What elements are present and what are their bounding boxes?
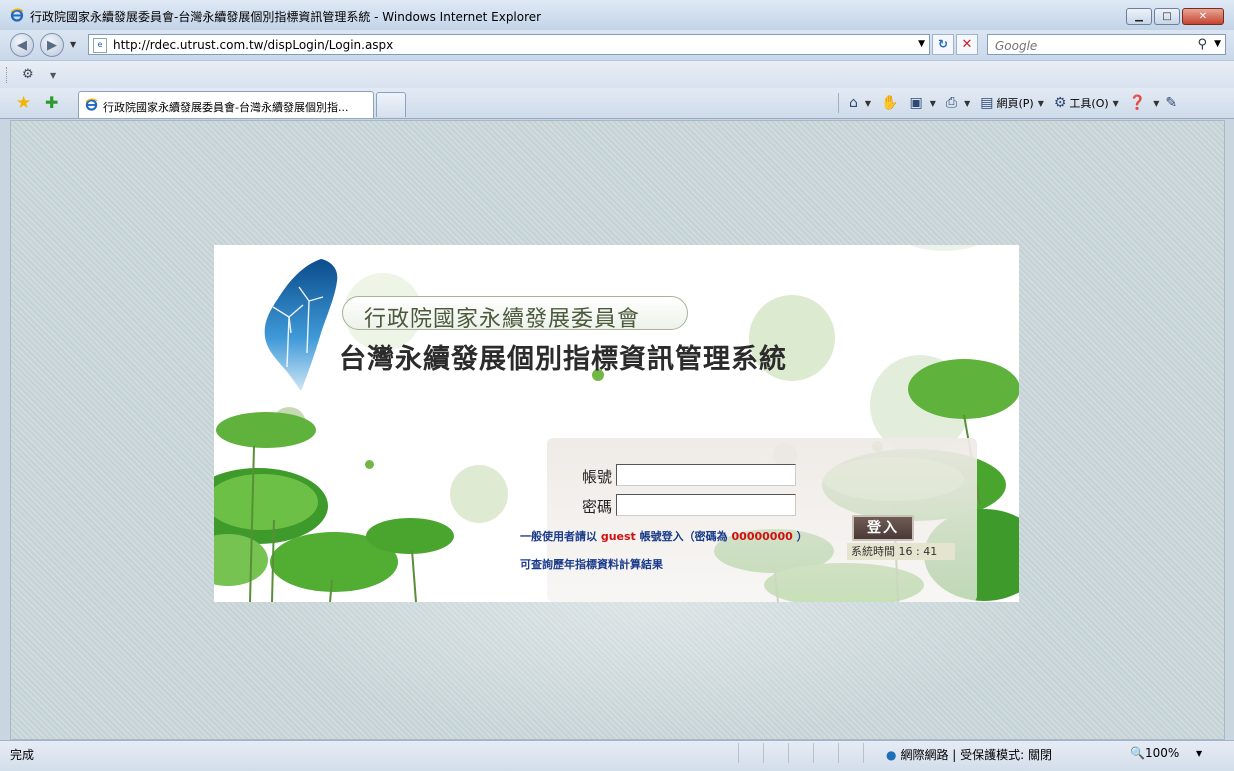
refresh-button[interactable]: ↻ <box>932 34 954 55</box>
password-input[interactable] <box>616 494 796 516</box>
status-cell <box>863 743 888 763</box>
forward-button[interactable]: ▶ <box>40 33 64 57</box>
feeds-icon[interactable]: ▣ <box>909 95 922 111</box>
clock-label: 系統時間 <box>851 545 895 558</box>
status-bar: 完成 ● 網際網路 | 受保護模式: 關閉 🔍100% ▼ <box>0 740 1234 771</box>
tab-label: 行政院國家永續發展委員會-台灣永續發展個別指... <box>103 101 349 114</box>
command-bar-separator <box>838 93 839 113</box>
taiwan-logo-icon <box>264 259 338 391</box>
hint-guest-account: guest <box>600 530 636 543</box>
hand-icon[interactable]: ✋ <box>881 95 898 111</box>
search-field[interactable]: ⚲ ▼ <box>987 34 1226 55</box>
password-label: 密碼 <box>582 498 613 516</box>
login-button[interactable]: 登入 <box>852 515 914 541</box>
hint-suffix: ） <box>796 530 808 543</box>
zoom-level[interactable]: 🔍100% <box>1130 746 1179 760</box>
extra-toolbar: ⚙ ▼ <box>0 60 1234 89</box>
minimize-button[interactable]: ▁ <box>1126 8 1152 25</box>
status-cell <box>838 743 863 763</box>
home-dropdown-icon[interactable]: ▼ <box>865 99 871 108</box>
address-toolbar: ◀ ▶ ▼ e http://rdec.utrust.com.tw/dispLo… <box>0 30 1234 60</box>
ie-page-icon <box>85 98 98 111</box>
stop-icon: ✕ <box>961 37 973 52</box>
toolbar-dropdown-icon[interactable]: ▼ <box>50 71 56 80</box>
zoom-dropdown-icon[interactable]: ▼ <box>1196 749 1202 758</box>
arrow-right-icon: ▶ <box>47 37 57 53</box>
system-title: 台灣永續發展個別指標資訊管理系統 <box>339 344 787 375</box>
search-options-dropdown[interactable]: ▼ <box>1214 39 1221 49</box>
status-cell <box>813 743 838 763</box>
page-menu-button[interactable]: 網頁(P) <box>996 95 1033 111</box>
status-cells <box>738 743 888 763</box>
background-light-rays <box>251 601 1051 739</box>
decor-circle <box>894 245 994 251</box>
login-panel: 行政院國家永續發展委員會 台灣永續發展個別指標資訊管理系統 帳號 密碼 登入 系… <box>214 245 1019 602</box>
add-favorite-icon[interactable]: ✚ <box>45 93 58 112</box>
tab-row: ★ ✚ 行政院國家永續發展委員會-台灣永續發展個別指... ⌂ ▼ ✋ ▣ ▼ ⎙ ▼… <box>0 88 1234 119</box>
search-icon[interactable]: ⚲ <box>1197 37 1207 52</box>
browser-viewport: 行政院國家永續發展委員會 台灣永續發展個別指標資訊管理系統 帳號 密碼 登入 系… <box>10 120 1225 740</box>
address-field[interactable]: e http://rdec.utrust.com.tw/dispLogin/Lo… <box>88 34 930 55</box>
hint-guest-password: 00000000 <box>731 530 793 543</box>
window-titlebar: 行政院國家永續發展委員會-台灣永續發展個別指標資訊管理系統 - Windows … <box>0 0 1234 31</box>
feeds-dropdown-icon[interactable]: ▼ <box>930 99 936 108</box>
research-icon[interactable]: ✎ <box>1165 95 1177 111</box>
zoom-value: 100% <box>1144 746 1180 760</box>
page-menu-dropdown-icon[interactable]: ▼ <box>1038 99 1044 108</box>
page-menu-icon[interactable]: ▤ <box>980 95 993 111</box>
address-dropdown-icon[interactable]: ▼ <box>918 39 925 49</box>
page-icon: e <box>93 38 107 53</box>
account-input[interactable] <box>616 464 796 486</box>
toolbar-tool-icon[interactable]: ⚙ <box>22 67 34 82</box>
favorites-star-icon[interactable]: ★ <box>16 93 31 113</box>
clock-time: 16 : 41 <box>898 545 938 558</box>
account-label: 帳號 <box>582 468 613 486</box>
print-dropdown-icon[interactable]: ▼ <box>964 99 970 108</box>
back-button[interactable]: ◀ <box>10 33 34 57</box>
zoom-magnifier-icon: 🔍 <box>1130 746 1145 760</box>
stop-button[interactable]: ✕ <box>956 34 978 55</box>
refresh-icon: ↻ <box>937 37 949 51</box>
lotus-leaves-left-icon <box>214 412 454 602</box>
security-zone[interactable]: ● 網際網路 | 受保護模式: 關閉 <box>886 746 1052 763</box>
history-results-link[interactable]: 可查詢歷年指標資料計算結果 <box>520 556 663 572</box>
address-url[interactable]: http://rdec.utrust.com.tw/dispLogin/Logi… <box>113 38 393 52</box>
print-icon[interactable]: ⎙ <box>946 95 957 111</box>
system-clock: 系統時間 16 : 41 <box>847 543 955 560</box>
globe-icon: ● <box>886 748 897 762</box>
tools-menu-dropdown-icon[interactable]: ▼ <box>1113 99 1119 108</box>
recent-pages-dropdown[interactable]: ▼ <box>70 40 76 49</box>
minimize-icon: ▁ <box>1135 11 1143 22</box>
guest-login-hint: 一般使用者請以 guest 帳號登入（密碼為 00000000 ） <box>520 528 808 544</box>
help-dropdown-icon[interactable]: ▼ <box>1153 99 1159 108</box>
search-input[interactable] <box>993 37 1187 54</box>
help-icon[interactable]: ❓ <box>1129 95 1146 111</box>
org-name: 行政院國家永續發展委員會 <box>364 307 641 332</box>
window-title: 行政院國家永續發展委員會-台灣永續發展個別指標資訊管理系統 - Windows … <box>30 10 542 24</box>
maximize-button[interactable]: □ <box>1154 8 1180 25</box>
status-cell <box>763 743 788 763</box>
home-icon[interactable]: ⌂ <box>849 95 858 111</box>
new-tab-button[interactable] <box>376 92 406 117</box>
arrow-left-icon: ◀ <box>17 37 27 53</box>
maximize-icon: □ <box>1162 11 1172 22</box>
status-cell <box>738 743 763 763</box>
status-text: 完成 <box>10 748 35 762</box>
tools-menu-button[interactable]: 工具(O) <box>1069 95 1108 111</box>
zone-text: 網際網路 | 受保護模式: 關閉 <box>900 748 1053 762</box>
close-icon: ✕ <box>1198 11 1208 22</box>
tab-current[interactable]: 行政院國家永續發展委員會-台灣永續發展個別指... <box>78 91 374 118</box>
command-bar: ⌂ ▼ ✋ ▣ ▼ ⎙ ▼ ▤ 網頁(P) ▼ ⚙ 工具(O) ▼ ❓ ▼ ✎ <box>838 92 1180 114</box>
tools-gear-icon[interactable]: ⚙ <box>1054 95 1067 111</box>
status-cell <box>788 743 813 763</box>
close-button[interactable]: ✕ <box>1182 8 1224 25</box>
toolbar-grip[interactable] <box>6 67 10 83</box>
hint-prefix: 一般使用者請以 <box>520 530 597 543</box>
ie-logo-icon <box>10 8 24 22</box>
hint-middle: 帳號登入（密碼為 <box>639 530 728 543</box>
